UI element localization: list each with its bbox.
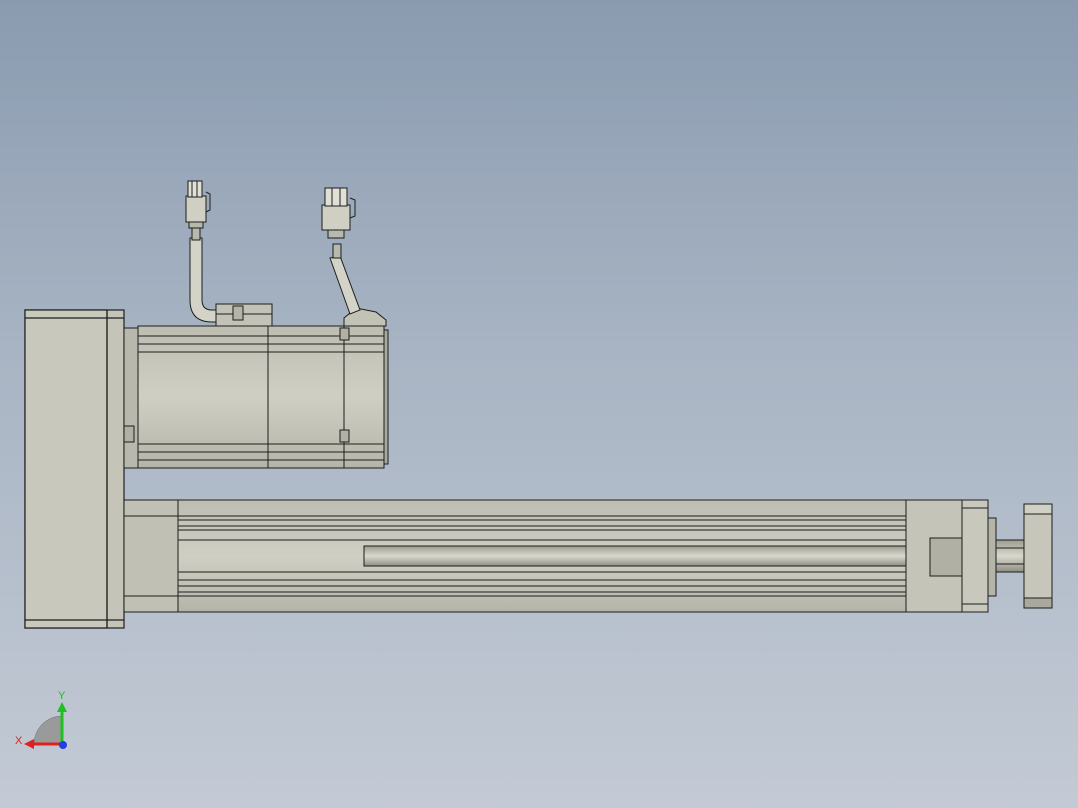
- servo-motor[interactable]: [123, 303, 389, 469]
- rod-end-assembly[interactable]: [905, 499, 1053, 613]
- graphics-viewport[interactable]: Y X: [0, 0, 1078, 808]
- power-cable[interactable]: [185, 180, 217, 323]
- model-view[interactable]: Y X: [0, 0, 1078, 808]
- triad-plane: [33, 715, 63, 745]
- encoder-cable[interactable]: [321, 187, 361, 315]
- belt-housing[interactable]: [24, 309, 125, 629]
- x-axis-head: [24, 739, 34, 749]
- actuator-body[interactable]: [123, 499, 931, 613]
- y-axis-label: Y: [58, 690, 66, 702]
- x-axis-label: X: [15, 735, 23, 747]
- z-axis-dot: [59, 741, 67, 749]
- y-axis-head: [57, 702, 67, 712]
- coordinate-triad: Y X: [15, 690, 67, 749]
